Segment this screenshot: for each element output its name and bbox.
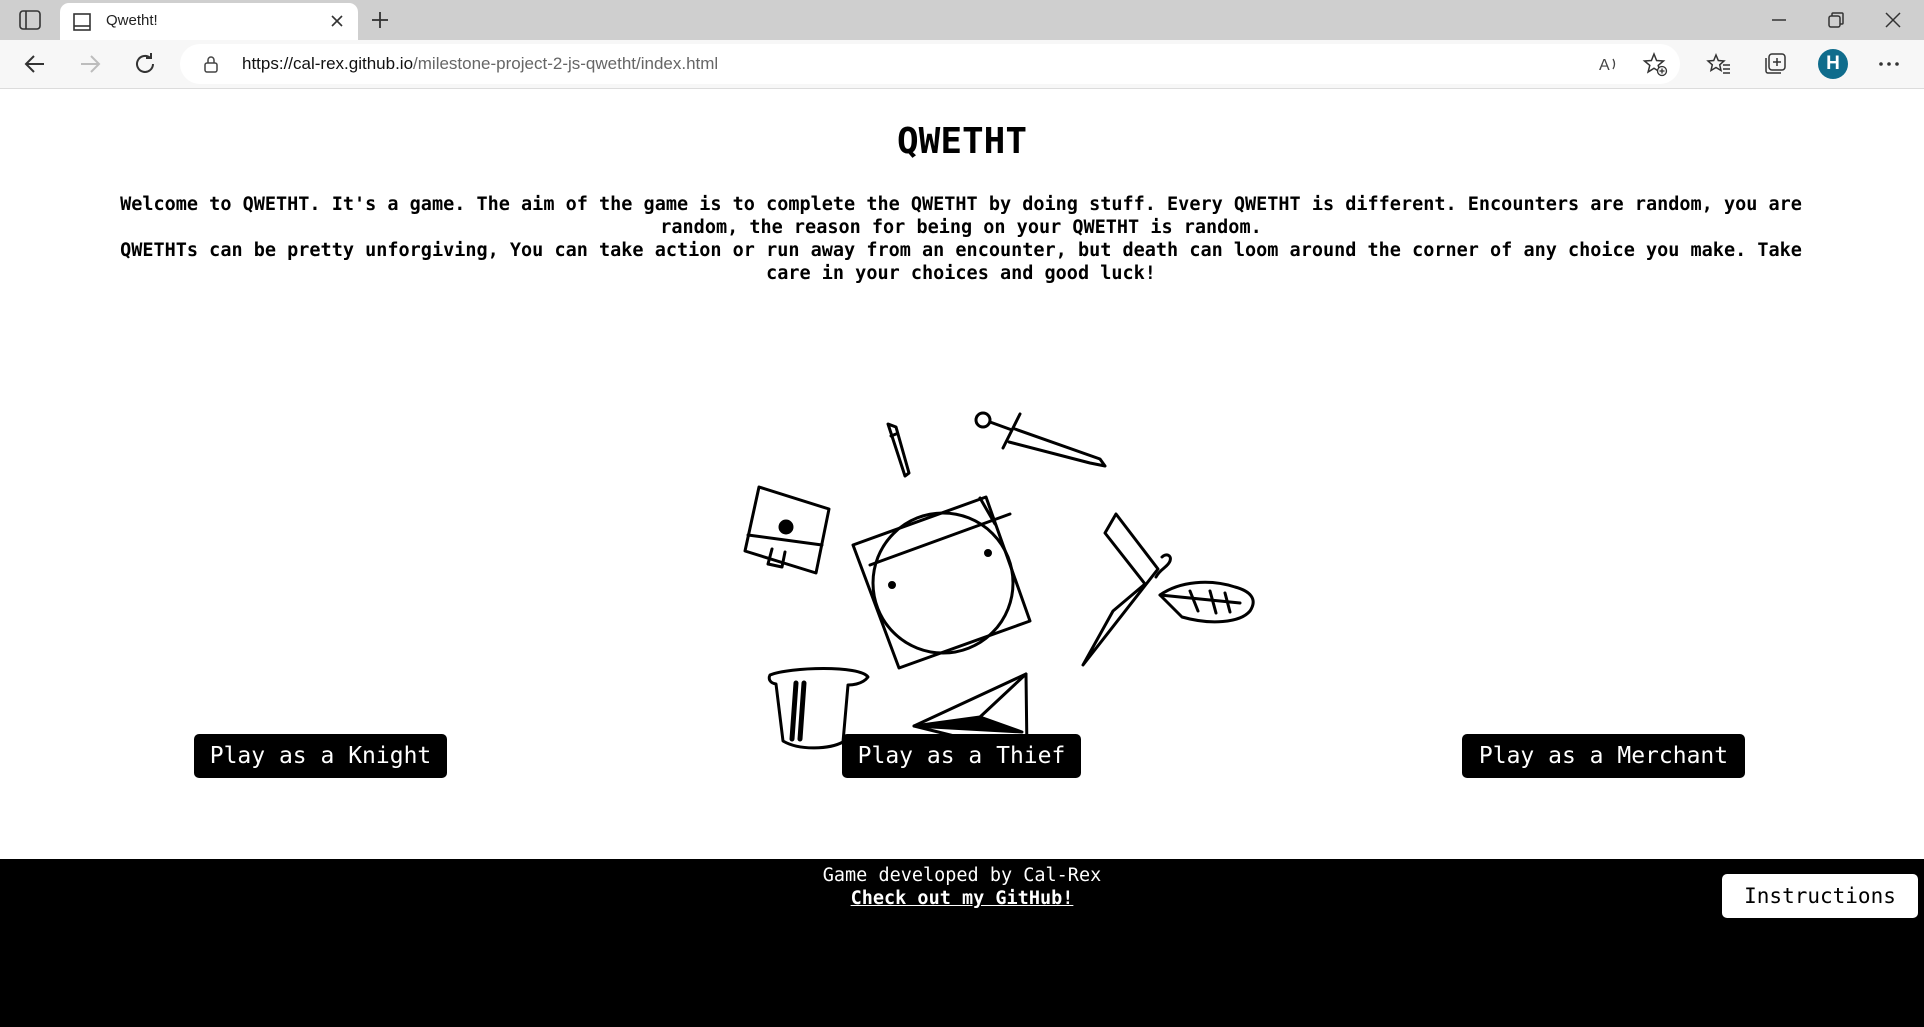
hero-illustration [743, 411, 1255, 756]
forward-arrow-icon[interactable] [77, 51, 103, 77]
play-as-merchant-button[interactable]: Play as a Merchant [1462, 734, 1745, 778]
lightning-icon [1081, 512, 1160, 667]
page-footer: Game developed by Cal-Rex Check out my G… [0, 859, 1924, 1027]
browser-tab-active[interactable]: Qwetht! [60, 3, 358, 40]
url-path: /milestone-project-2-js-qwetht/index.htm… [413, 54, 719, 73]
collections-icon[interactable] [1762, 51, 1788, 77]
browser-address-bar: https://cal-rex.github.io/milestone-proj… [0, 40, 1924, 89]
box-face-icon [851, 495, 1032, 670]
quill-icon [1154, 553, 1255, 624]
close-window-icon[interactable] [1881, 8, 1905, 32]
intro-paragraph-2: QWETHTs can be pretty unforgiving, You c… [120, 240, 1802, 284]
profile-avatar[interactable]: H [1818, 49, 1848, 79]
page-title: QWETHT [896, 121, 1028, 162]
more-icon[interactable] [1876, 51, 1902, 77]
favorites-icon[interactable] [1706, 51, 1732, 77]
game-page: QWETHT Welcome to QWETHT. It's a game. T… [0, 89, 1924, 859]
minimize-icon[interactable] [1767, 8, 1791, 32]
github-link[interactable]: Check out my GitHub! [0, 888, 1924, 909]
footer-credit: Game developed by Cal-Rex [822, 865, 1102, 886]
page-favicon-icon [73, 13, 91, 31]
browser-tab-bar: Qwetht! [0, 0, 1924, 40]
play-as-thief-button[interactable]: Play as a Thief [842, 734, 1081, 778]
tab-title: Qwetht! [106, 12, 158, 29]
add-favorite-icon[interactable] [1642, 51, 1668, 77]
refresh-icon[interactable] [132, 51, 158, 77]
url-text: https://cal-rex.github.io/milestone-proj… [242, 54, 718, 74]
close-icon[interactable] [326, 10, 348, 32]
read-aloud-icon[interactable]: A [1596, 51, 1622, 77]
svg-text:A: A [1599, 57, 1610, 74]
lock-icon[interactable] [202, 54, 220, 74]
instructions-button[interactable]: Instructions [1722, 874, 1918, 918]
intro-paragraph-1: Welcome to QWETHT. It's a game. The aim … [120, 194, 1802, 238]
url-host: https://cal-rex.github.io [242, 54, 414, 73]
knife-icon [886, 422, 911, 478]
sword-icon [974, 411, 1107, 468]
tab-actions-icon[interactable] [18, 9, 42, 31]
url-field[interactable]: https://cal-rex.github.io/milestone-proj… [180, 44, 1680, 84]
back-arrow-icon[interactable] [22, 51, 48, 77]
intro-text: Welcome to QWETHT. It's a game. The aim … [96, 193, 1826, 285]
briefcase-icon [743, 485, 831, 575]
plus-icon[interactable] [368, 8, 392, 32]
restore-icon[interactable] [1824, 8, 1848, 32]
play-as-knight-button[interactable]: Play as a Knight [194, 734, 447, 778]
